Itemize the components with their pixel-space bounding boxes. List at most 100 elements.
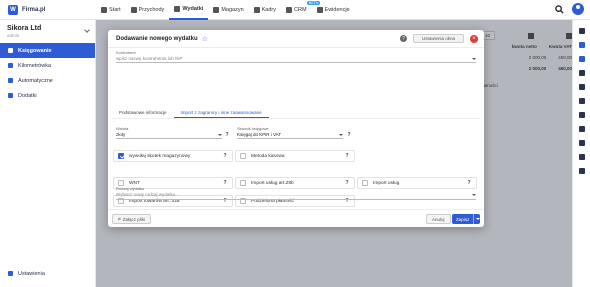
nav-label: Magazyn [221,6,244,13]
company-switcher[interactable]: Sikora Ltd admin [0,20,95,43]
contractor-field[interactable]: Kontrahent wpisz nazwę kontrahenta lub N… [116,50,476,63]
currency-value: złoty [116,132,126,137]
nav-item-kadry[interactable]: Kadry [249,0,281,20]
sidebar-item-ksiegowanie[interactable]: Księgowanie [0,43,95,58]
save-button[interactable]: Zapisz [452,214,480,224]
nav-item-crm[interactable]: CRM BETA [281,0,320,20]
top-right-tools [555,3,584,15]
nav-label: Kadry [261,6,277,13]
attach-label: Załącz pliki [122,216,145,222]
sidebar-item-label: Ustawienia [18,270,45,277]
crm-icon [286,6,293,13]
help-question-icon[interactable]: ? [224,132,230,138]
cancel-button[interactable]: Anuluj [426,214,451,224]
help-question-icon[interactable]: ? [222,153,228,159]
top-navbar: W Firma.pl Start Przychody Wydatki Magaz… [0,0,590,20]
plus-icon[interactable] [578,28,585,34]
checkbox-label: wywołaj skutek magazynowy [129,153,191,159]
checkbox-label: Import usług art.28b [251,180,294,186]
contractor-input[interactable]: wpisz nazwę kontrahenta lub NIP [116,56,183,61]
sidebar-item-automatyczne[interactable]: Automatyczne [0,73,95,88]
main-nav: Start Przychody Wydatki Magazyn Kadry CR… [96,0,355,20]
auto-icon [8,78,13,83]
expense-type-field[interactable]: Rodzaj wydatku Wybierz nowy rodzaj wydat… [116,186,476,200]
sidebar-item-dodatki[interactable]: Dodatki [0,88,95,103]
chevron-down-icon[interactable] [476,218,480,220]
car-icon [8,63,13,68]
sidebar-item-ustawienia[interactable]: Ustawienia [0,266,96,281]
nav-item-wydatki[interactable]: Wydatki [169,0,209,20]
help-question-icon[interactable]: ? [346,132,352,138]
document-icon[interactable] [578,70,585,76]
save-label: Zapisz [456,216,470,222]
checkbox-warehouse-effect[interactable]: wywołaj skutek magazynowy? [113,150,233,162]
modal-tabs: Podstawowe informacje Import z zagranicy… [112,107,480,119]
person-icon[interactable] [578,140,585,146]
contractor-label: Kontrahent [116,50,136,55]
records-icon [316,6,323,13]
right-action-rail [572,20,590,287]
caret-down-icon [472,193,476,196]
car-icon[interactable] [578,112,585,118]
nav-label: Wydatki [182,5,204,12]
sidebar-item-label: Automatyczne [18,77,53,84]
checkbox-label: Metoda kasowa [251,153,285,159]
nav-item-przychody[interactable]: Przychody [126,0,170,20]
gear-icon [8,271,13,276]
sidebar-item-kilometrowka[interactable]: Kilometrówka [0,58,95,73]
checkbox-label: WNT [129,180,140,186]
nav-label: Start [109,6,121,13]
handshake-icon[interactable] [578,98,585,104]
app-logo[interactable]: W Firma.pl [8,4,96,15]
nav-item-magazyn[interactable]: Magazyn [208,0,248,20]
caret-down-icon [339,133,343,136]
ledger-value: Księgaj do KPiR i VAT [237,132,282,137]
addons-icon [8,93,13,98]
tab-basic-info[interactable]: Podstawowe informacje [112,107,174,118]
close-icon[interactable]: × [470,34,478,43]
sidebar: Sikora Ltd admin Księgowanie Kilometrówk… [0,20,96,287]
cart-icon[interactable] [578,84,585,90]
nav-label: Przychody [138,6,165,13]
plus-circle-icon[interactable] [578,42,585,48]
briefcase-icon[interactable] [578,126,585,132]
modal-header: Dodawanie nowego wydatku ☆ ? Ustawienia … [108,30,484,48]
checkbox[interactable] [118,153,124,159]
sidebar-item-label: Księgowanie [18,47,52,54]
help-question-icon[interactable]: ? [344,153,350,159]
currency-label: Waluta [116,126,129,131]
expenses-icon [174,5,181,12]
ledger-icon [8,48,13,53]
user-avatar-icon[interactable] [572,3,584,15]
attach-files-button[interactable]: ⌀ Załącz pliki [112,214,151,224]
help-icon[interactable]: ? [399,35,407,42]
star-icon[interactable]: ☆ [202,35,208,43]
caret-down-icon [472,57,476,60]
company-name: Sikora Ltd [7,25,42,32]
currency-select[interactable]: Waluta złoty [116,126,222,139]
expense-type-label: Rodzaj wydatku [116,186,145,191]
sidebar-item-label: Dodatki [18,92,37,99]
nav-label: CRM [294,6,307,13]
caret-down-icon [218,133,222,136]
paperclip-icon: ⌀ [118,216,121,221]
checkbox[interactable] [240,153,246,159]
settings-icon[interactable] [578,56,585,62]
search-icon[interactable] [555,4,564,14]
save-split-divider [473,214,474,224]
printer-icon[interactable] [578,168,585,174]
ledger-label: Słownik księgowe [237,126,269,131]
expense-type-input[interactable]: Wybierz nowy rodzaj wydatku... [116,192,179,197]
ledger-select[interactable]: Słownik księgowe Księgaj do KPiR i VAT [237,126,343,139]
logo-icon: W [8,4,18,15]
company-role: admin [7,33,20,38]
people-icon [253,6,260,13]
window-settings-button[interactable]: Ustawienia okna [412,34,464,43]
people-icon[interactable] [578,154,585,160]
nav-label: Ewidencje [324,6,350,13]
checkbox-label: Import usług [373,180,400,186]
nav-item-start[interactable]: Start [96,0,126,20]
tab-import-advanced[interactable]: Import z zagranicy i inne zaawansowane [173,107,269,118]
nav-item-ewidencje[interactable]: Ewidencje [312,0,355,20]
checkbox-cash-method[interactable]: Metoda kasowa? [235,150,355,162]
